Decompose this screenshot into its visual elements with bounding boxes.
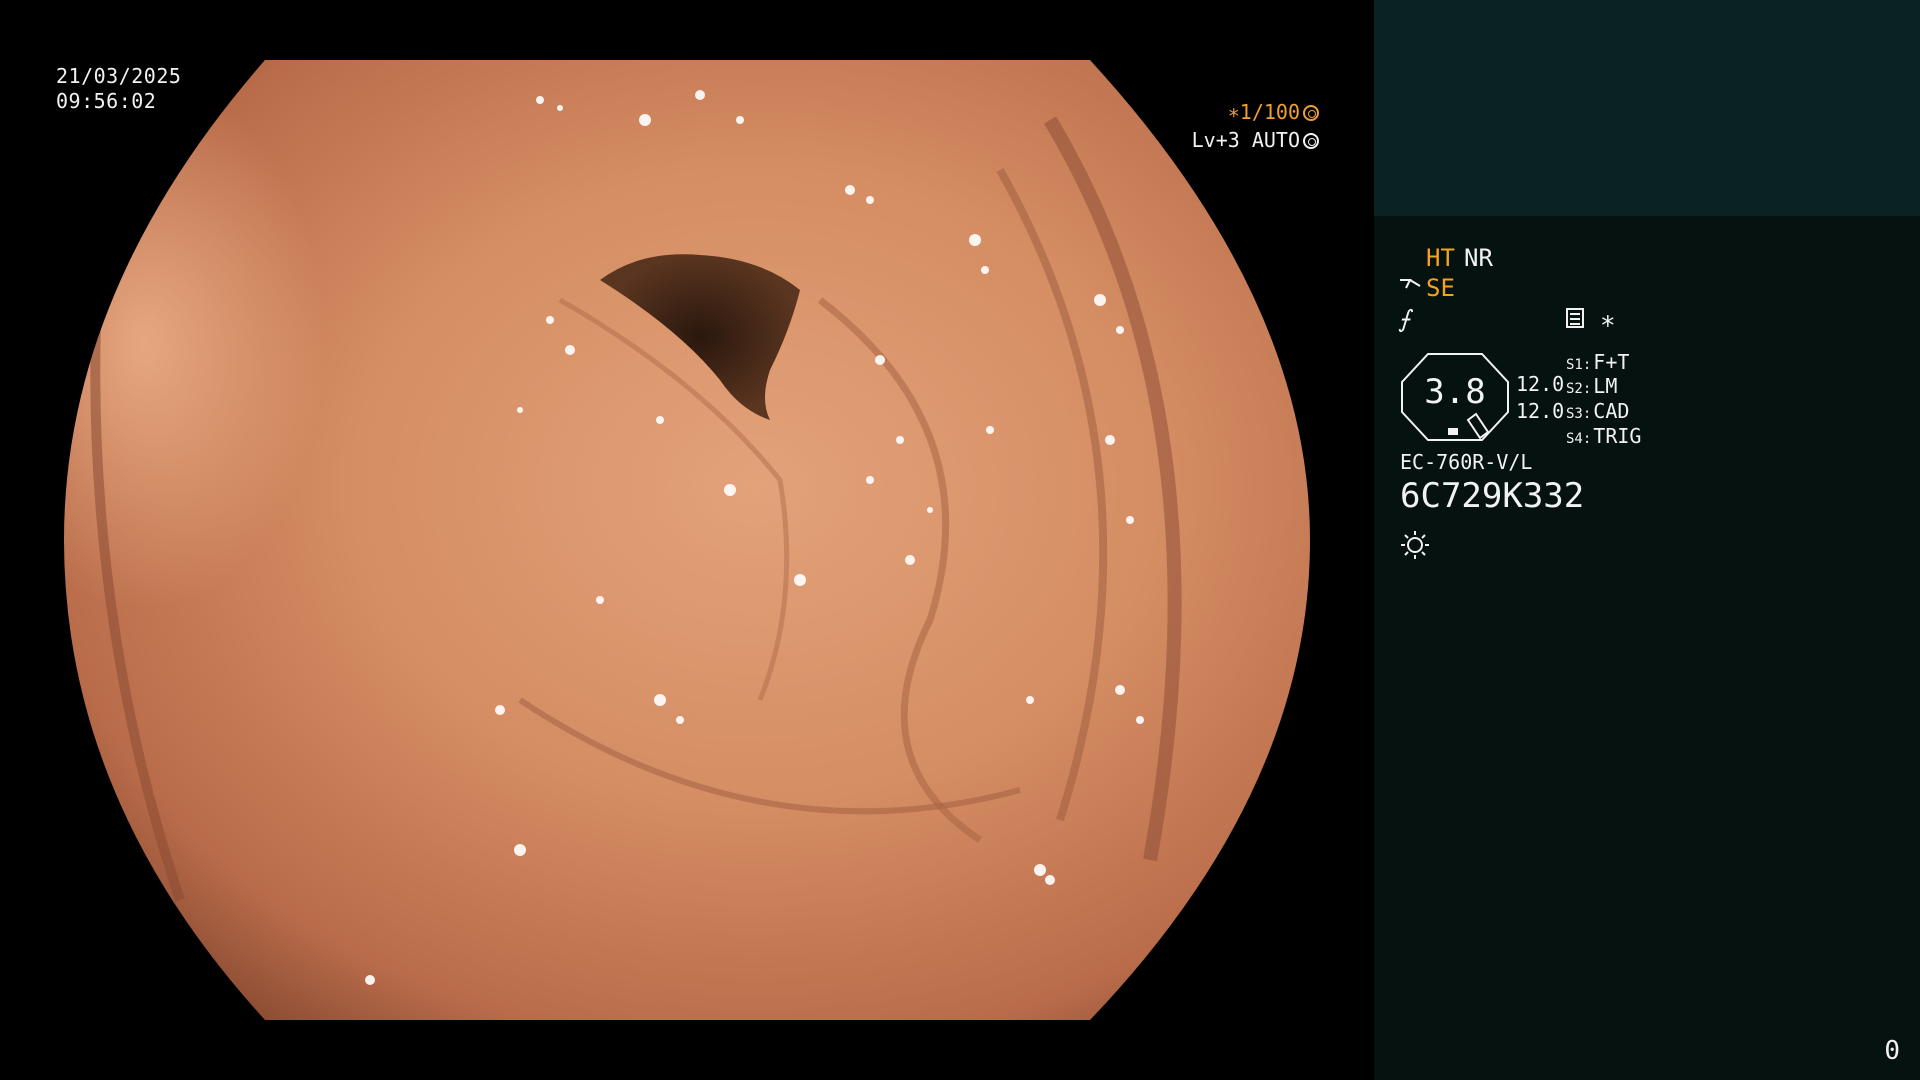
date-text: 21/03/2025 — [56, 64, 182, 88]
time-text: 09:56:02 — [56, 89, 157, 113]
info-panel: HT NR SE ⨍ ∗ 3.8 12.0 12.0 S1: F+T S2: LM … — [1374, 0, 1920, 1080]
memo-icon — [1566, 308, 1584, 328]
auto-level: Lv+3 AUTO — [1192, 128, 1319, 152]
shutter-text: ∗1/100 — [1227, 100, 1300, 124]
date-time: 21/03/2025 09:56:02 — [56, 64, 181, 114]
frame-counter: 0 — [1884, 1036, 1900, 1066]
value-b: 12.0 — [1516, 399, 1565, 423]
switch-s3: S3: CAD — [1566, 399, 1630, 423]
scope-model: EC-760R-V/L — [1400, 450, 1533, 474]
se-indicator: SE — [1426, 274, 1455, 302]
auto-level-text: Lv+3 AUTO — [1191, 128, 1300, 152]
scope-serial: 6C729K332 — [1400, 476, 1585, 516]
nr-indicator: NR — [1464, 244, 1493, 272]
shutter-ring-icon — [1303, 105, 1319, 121]
switch-s1: S1: F+T — [1566, 350, 1630, 374]
value-a: 12.0 — [1516, 372, 1565, 396]
iris-ring-icon — [1303, 133, 1319, 149]
scope-hook-icon — [1400, 279, 1421, 289]
structure-enhance-icon: ⨍ — [1398, 305, 1411, 333]
endoscope-view: 21/03/2025 09:56:02 ∗1/100 Lv+3 AUTO — [0, 0, 1374, 1080]
light-sun-icon — [1401, 531, 1429, 559]
ht-indicator: HT — [1426, 244, 1455, 272]
zoom-value: 3.8 — [1424, 372, 1486, 412]
switch-s4: S4: TRIG — [1566, 424, 1642, 448]
star-indicator: ∗ — [1600, 306, 1616, 336]
endoscopic-image — [64, 60, 1310, 1020]
panel-header-area — [1374, 0, 1920, 216]
shutter-speed: ∗1/100 — [1228, 100, 1319, 124]
switch-s2: S2: LM — [1566, 374, 1618, 398]
